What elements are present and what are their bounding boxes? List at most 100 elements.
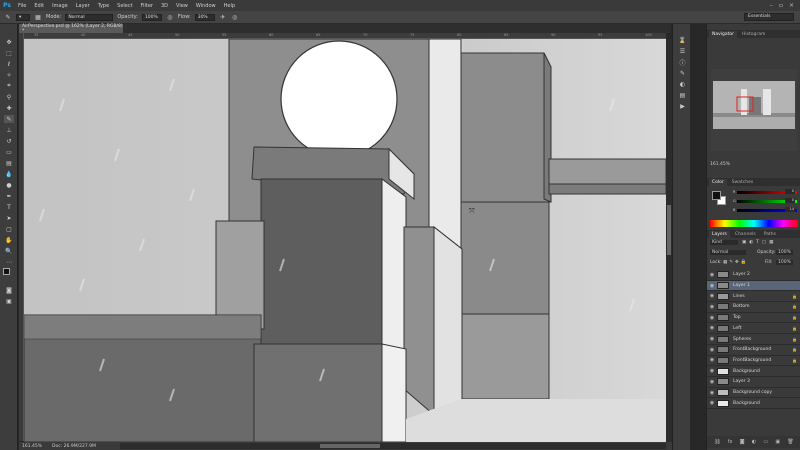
quick-mask-icon[interactable]: ◙ (4, 286, 14, 294)
airbrush-icon[interactable]: ✈ (219, 13, 227, 21)
adjustments-panel-icon[interactable]: ◐ (678, 80, 687, 88)
visibility-eye-icon[interactable]: ◉ (707, 400, 717, 406)
eraser-tool-icon[interactable]: ▭ (4, 148, 14, 156)
visibility-eye-icon[interactable]: ◉ (707, 379, 717, 385)
healing-tool-icon[interactable]: ✚ (4, 104, 14, 112)
shape-tool-icon[interactable]: ▢ (4, 225, 14, 233)
vertical-scroll-thumb[interactable] (667, 205, 671, 255)
visibility-eye-icon[interactable]: ◉ (707, 315, 717, 321)
link-layers-icon[interactable]: ⛓ (714, 439, 720, 445)
brush-tool-icon[interactable]: ✎ (4, 13, 12, 21)
history-panel-icon[interactable]: ⌛ (678, 36, 687, 44)
navigator-thumbnail[interactable] (711, 69, 797, 151)
add-mask-icon[interactable]: ◙ (740, 439, 745, 445)
properties-panel-icon[interactable]: ☰ (678, 47, 687, 55)
layer-opacity-value[interactable]: 100% (776, 250, 793, 255)
menu-image[interactable]: Image (48, 3, 72, 9)
styles-panel-icon[interactable]: ▤ (678, 91, 687, 99)
document-tab[interactable]: AirPerspective.psd @ 162% (Layer 2, RGB/… (19, 24, 123, 34)
layer-filter-icons[interactable]: ▣◐T▢▦ (742, 240, 776, 245)
channel-g-value[interactable]: 0 (785, 198, 795, 203)
menu-view[interactable]: View (172, 3, 192, 9)
visibility-eye-icon[interactable]: ◉ (707, 368, 717, 374)
gradient-tool-icon[interactable]: ▤ (4, 159, 14, 167)
visibility-eye-icon[interactable]: ◉ (707, 390, 717, 396)
channel-r-value[interactable]: 0 (785, 189, 795, 194)
minimize-button[interactable]: – (770, 2, 773, 9)
lasso-tool-icon[interactable]: ℓ (4, 60, 14, 68)
layer-row[interactable]: ◉ Background copy (707, 388, 800, 399)
menu-select[interactable]: Select (113, 3, 136, 9)
hand-tool-icon[interactable]: ✋ (4, 236, 14, 244)
tab-paths[interactable]: Paths (761, 231, 779, 238)
visibility-eye-icon[interactable]: ◉ (707, 293, 717, 299)
visibility-eye-icon[interactable]: ◉ (707, 325, 717, 331)
blur-tool-icon[interactable]: 💧 (4, 170, 14, 178)
tab-color[interactable]: Color (709, 179, 727, 186)
menu-filter[interactable]: Filter (137, 3, 157, 9)
tab-swatches[interactable]: Swatches (729, 179, 757, 186)
tab-navigator[interactable]: Navigator (709, 31, 738, 38)
quick-select-tool-icon[interactable]: ✧ (4, 71, 14, 79)
tab-histogram[interactable]: Histogram (739, 31, 768, 38)
menu-edit[interactable]: Edit (30, 3, 48, 9)
visibility-eye-icon[interactable]: ◉ (707, 336, 717, 342)
brush-tool-icon[interactable]: ✎ (4, 115, 14, 123)
mode-select[interactable]: Normal (65, 13, 114, 21)
screen-mode-icon[interactable]: ▣ (4, 297, 14, 305)
flow-field[interactable]: 30% (194, 13, 215, 21)
layer-row[interactable]: ◉ Layer 3 (707, 377, 800, 388)
pen-tool-icon[interactable]: ✒ (4, 192, 14, 200)
move-tool-icon[interactable]: ✥ (4, 38, 14, 46)
layer-row[interactable]: ◉ Lines 🔒 (707, 291, 800, 303)
new-layer-icon[interactable]: ▣ (775, 439, 780, 445)
layer-style-icon[interactable]: fx (728, 439, 733, 445)
layer-row[interactable]: ◉ Bottom 🔒 (707, 302, 800, 313)
history-brush-tool-icon[interactable]: ↺ (4, 137, 14, 145)
layer-row[interactable]: ◉ Left 🔒 (707, 324, 800, 335)
visibility-eye-icon[interactable]: ◉ (707, 357, 717, 363)
workspace-select[interactable]: Essentials (744, 13, 794, 21)
close-button[interactable]: × (789, 2, 794, 9)
menu-window[interactable]: Window (192, 3, 220, 9)
blend-mode-select[interactable]: Normal (710, 250, 746, 255)
marquee-tool-icon[interactable]: ⬚ (4, 49, 14, 57)
horizontal-scroll-thumb[interactable] (320, 444, 380, 448)
layer-row[interactable]: ◉ Background (707, 366, 800, 377)
menu-layer[interactable]: Layer (72, 3, 94, 9)
stamp-tool-icon[interactable]: ⊥ (4, 126, 14, 134)
crop-tool-icon[interactable]: ⌗ (4, 82, 14, 90)
adjustment-layer-icon[interactable]: ◐ (752, 439, 756, 445)
brush-panel-icon[interactable]: ✎ (678, 69, 687, 77)
eyedropper-tool-icon[interactable]: ⚲ (4, 93, 14, 101)
visibility-eye-icon[interactable]: ◉ (707, 304, 717, 310)
layer-row[interactable]: ◉ Spheres 🔒 (707, 334, 800, 345)
actions-panel-icon[interactable]: ▶ (678, 102, 687, 110)
tab-layers[interactable]: Layers (709, 231, 730, 238)
menu-type[interactable]: Type (94, 3, 113, 9)
new-group-icon[interactable]: ▭ (763, 439, 768, 445)
delete-layer-icon[interactable]: 🗑 (787, 439, 793, 445)
layer-fill-value[interactable]: 100% (776, 260, 793, 265)
maximize-button[interactable]: ▫ (779, 2, 783, 9)
path-select-tool-icon[interactable]: ➤ (4, 214, 14, 222)
more-tools-icon[interactable]: ⋯ (4, 258, 14, 266)
zoom-level[interactable]: 161.45% (22, 444, 42, 449)
menu-3d[interactable]: 3D (157, 3, 172, 9)
color-fg-swatch[interactable] (712, 191, 721, 200)
info-panel-icon[interactable]: ⓘ (678, 58, 687, 67)
lock-icons[interactable]: ▦✎✥🔒 (723, 260, 748, 265)
navigator-zoom[interactable]: 161.45% (710, 162, 730, 167)
layer-row[interactable]: ◉ FrontBackground 🔒 (707, 356, 800, 367)
layer-row[interactable]: ◉ Background (707, 398, 800, 410)
layer-row[interactable]: ◉ FrontBackground 🔒 (707, 345, 800, 356)
foreground-color-swatch[interactable] (3, 268, 10, 275)
channel-b-value[interactable]: 14 (785, 207, 795, 212)
menu-help[interactable]: Help (220, 3, 239, 9)
opacity-field[interactable]: 100% (141, 13, 162, 21)
visibility-eye-icon[interactable]: ◉ (707, 347, 717, 353)
horizontal-scrollbar[interactable] (120, 443, 666, 449)
visibility-eye-icon[interactable]: ◉ (707, 272, 717, 278)
type-tool-icon[interactable]: T (4, 203, 14, 211)
menu-file[interactable]: File (14, 3, 30, 9)
